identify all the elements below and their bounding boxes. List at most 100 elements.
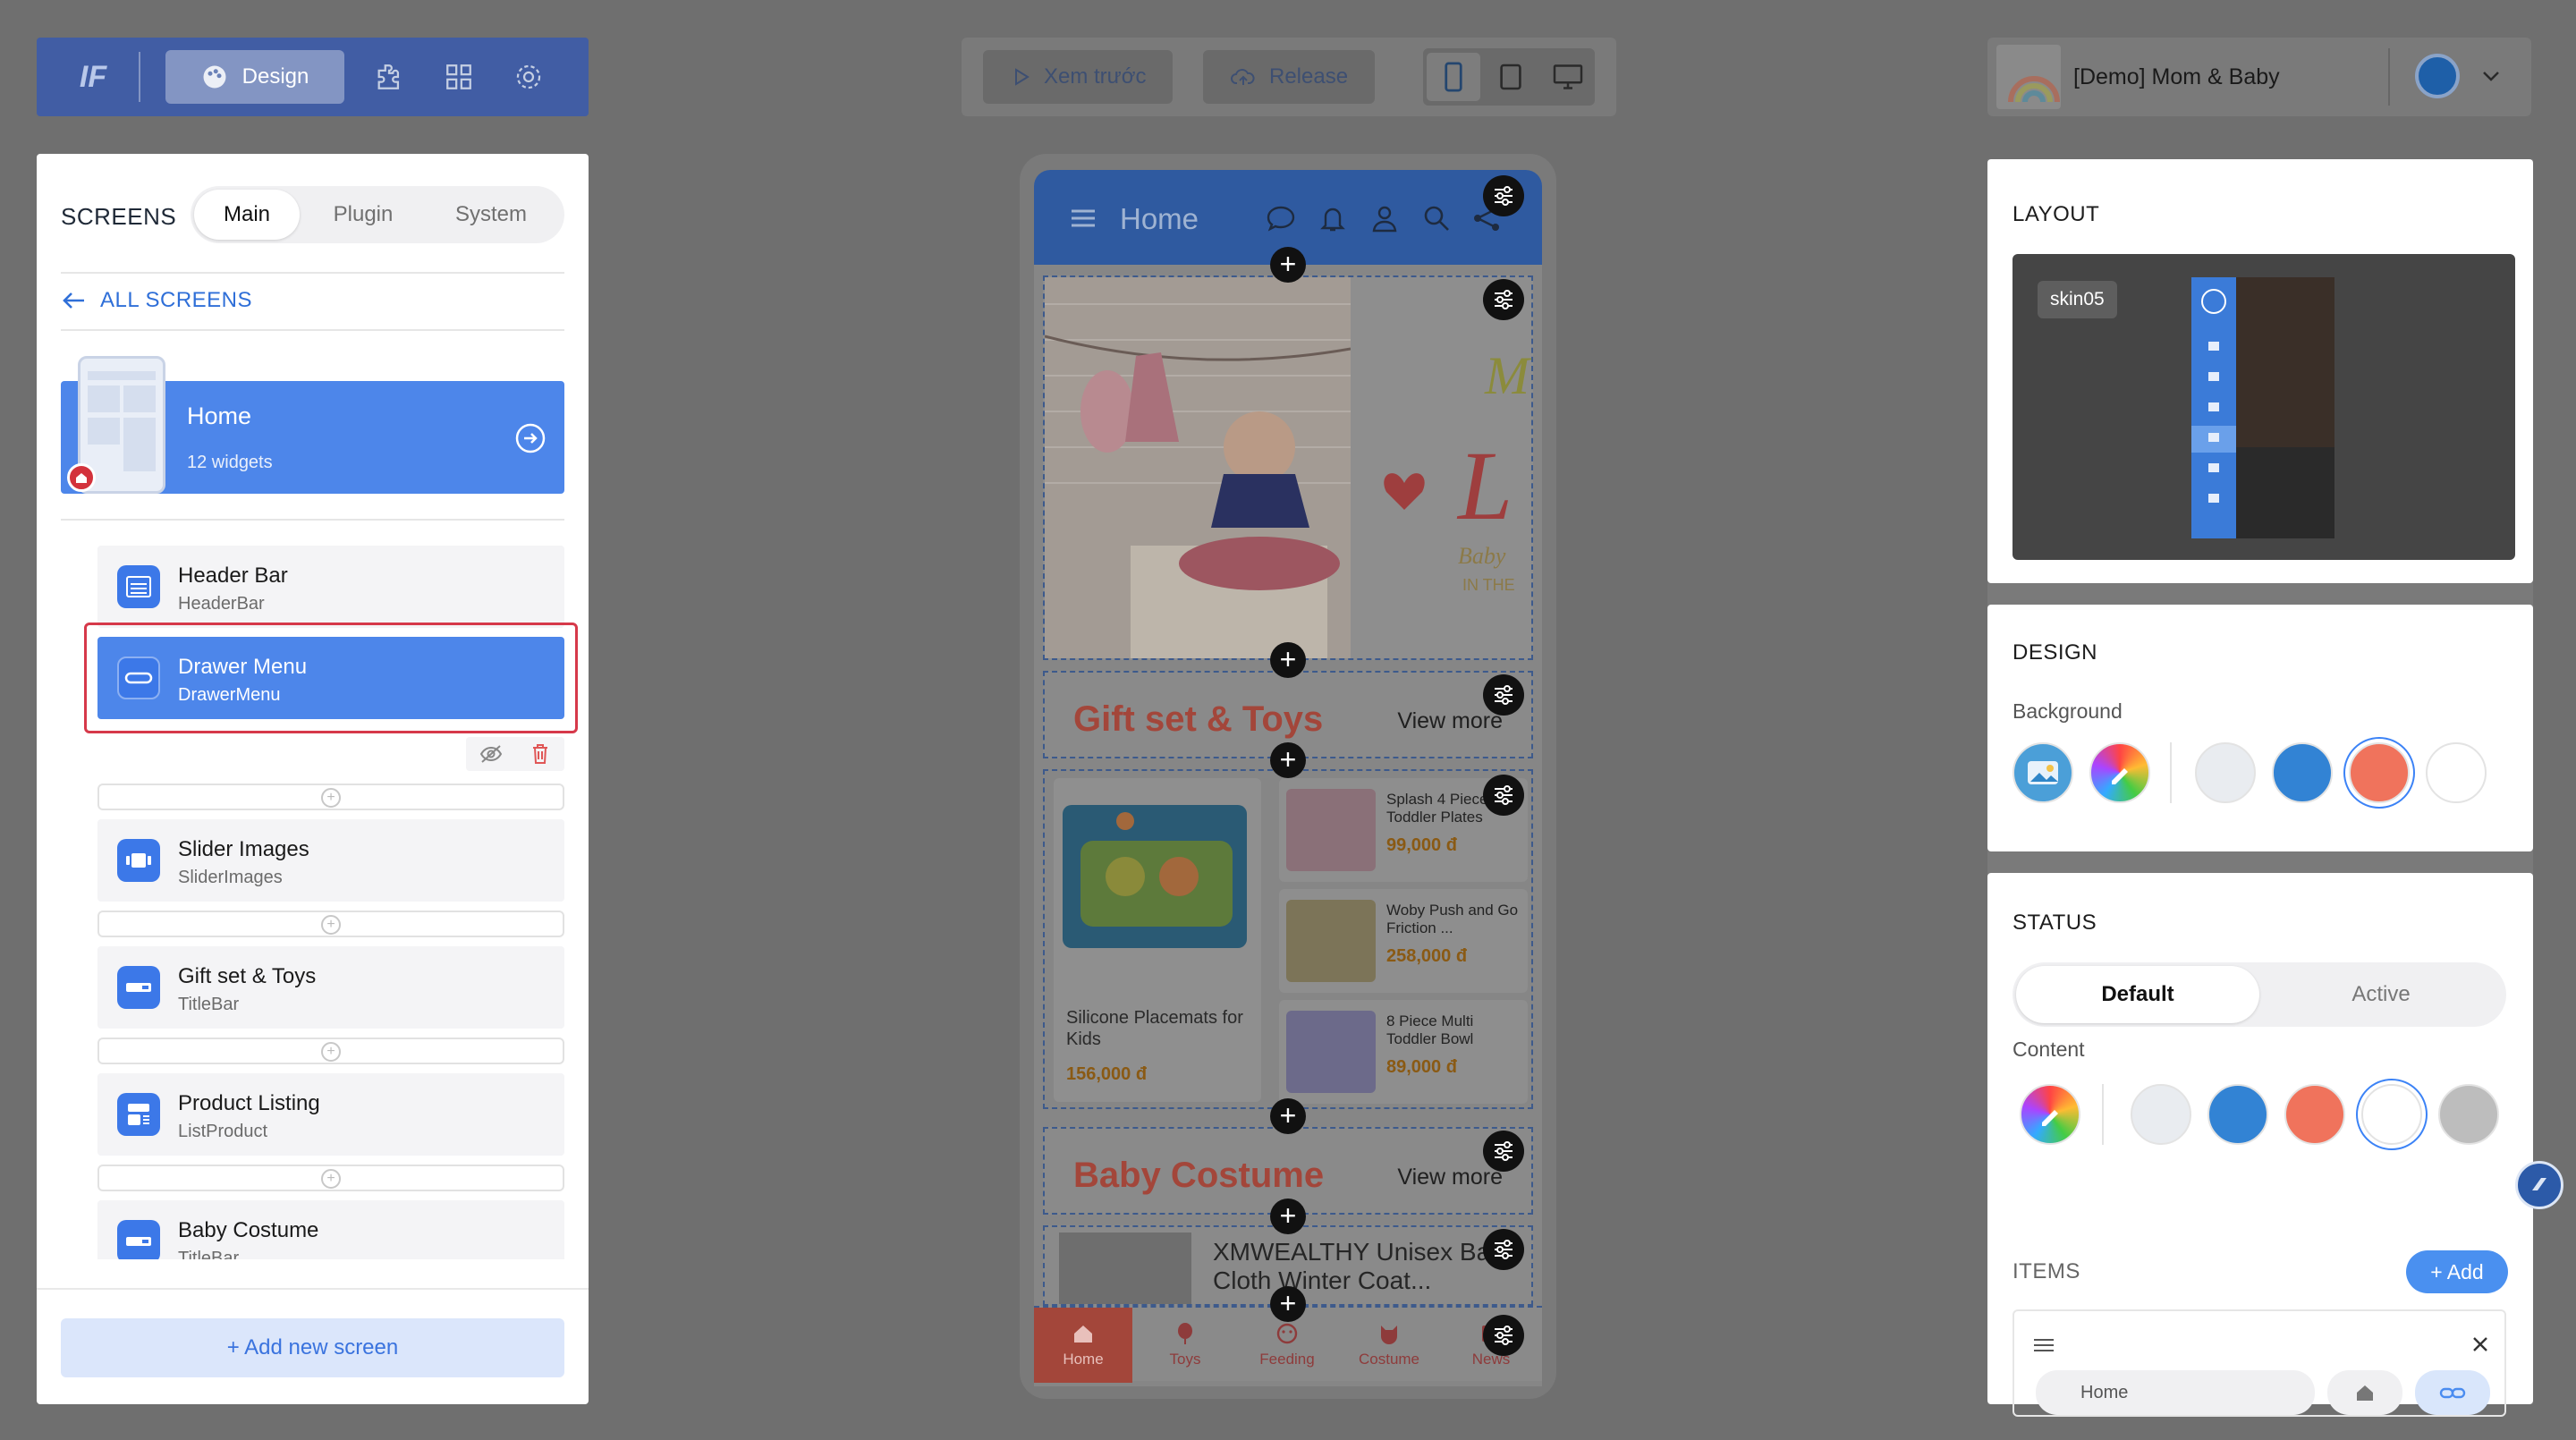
open-screen-icon[interactable] [514,422,547,454]
layout-skin-preview[interactable]: skin05 [2012,254,2515,560]
widget-settings-icon[interactable] [1483,775,1524,816]
widget-item[interactable]: Product Listing ListProduct [97,1073,564,1156]
bottom-nav-toys[interactable]: Toys [1136,1308,1234,1383]
background-swatch[interactable] [2272,742,2333,803]
insert-widget-plus-icon[interactable]: + [1270,642,1306,678]
product-image [1286,789,1376,871]
widget-settings-icon[interactable] [1483,175,1524,216]
widget-item[interactable]: Baby Costume TitleBar [97,1200,564,1259]
insert-widget-slot[interactable]: + [97,911,564,937]
widget-item[interactable]: Slider Images SliderImages [97,819,564,902]
palette-icon [203,65,226,89]
header-bar-icon [117,565,160,608]
item-icon-picker[interactable] [2327,1370,2402,1415]
divider [61,519,564,521]
background-swatch-selected[interactable] [2349,742,2410,803]
insert-widget-plus-icon[interactable]: + [1270,1199,1306,1234]
preview-button[interactable]: Xem trước [983,50,1174,104]
insert-widget-plus-icon[interactable]: + [1270,1286,1306,1322]
insert-widget-plus-icon[interactable]: + [1270,1098,1306,1134]
content-swatch[interactable] [2284,1084,2345,1145]
product-name: 8 Piece Multi Toddler Bowl [1386,1012,1474,1047]
trash-icon[interactable] [530,742,550,766]
view-more-link[interactable]: View more [1397,708,1503,734]
widget-settings-icon[interactable] [1483,674,1524,716]
widget-settings-icon[interactable] [1483,1229,1524,1270]
screens-grid-button[interactable] [434,52,484,102]
item-link-button[interactable] [2415,1370,2490,1415]
content-swatch-selected[interactable] [2361,1084,2422,1145]
tablet-icon [1500,64,1521,90]
content-swatch[interactable] [2131,1084,2191,1145]
design-section: DESIGN Background [1987,605,2533,851]
product-card[interactable]: Woby Push and Go Friction ... 258,000 đ [1279,889,1528,993]
bottom-nav-home[interactable]: Home [1034,1308,1132,1383]
add-item-button[interactable]: + Add [2406,1250,2508,1293]
product-price: 258,000 đ [1386,946,1468,966]
image-picker-icon[interactable] [2012,742,2073,803]
item-label-input[interactable]: Home [2036,1370,2315,1415]
tablet-view-button[interactable] [1484,53,1538,101]
drag-handle-icon[interactable] [2032,1336,2055,1354]
release-button[interactable]: Release [1203,50,1376,104]
eye-off-icon[interactable] [479,744,504,764]
svg-text:L: L [1456,431,1513,540]
insert-widget-plus-icon[interactable]: + [1270,742,1306,778]
divider [37,1288,589,1290]
close-icon[interactable] [2470,1334,2490,1354]
bottom-nav-costume[interactable]: Costume [1340,1308,1438,1383]
tab-plugin[interactable]: Plugin [310,190,416,240]
menu-item-row[interactable]: Home [2012,1309,2506,1417]
insert-widget-slot[interactable]: + [97,784,564,810]
all-screens-link[interactable]: ALL SCREENS [61,288,252,313]
chevron-down-icon[interactable] [2478,63,2504,89]
tab-main[interactable]: Main [194,190,300,240]
insert-widget-slot[interactable]: + [97,1165,564,1191]
tab-default[interactable]: Default [2016,966,2259,1023]
avatar[interactable] [2415,54,2460,98]
settings-button[interactable] [504,52,554,102]
items-section: ITEMS + Add Home [1987,1215,2533,1417]
product-card[interactable]: 8 Piece Multi Toddler Bowl 89,000 đ [1279,1000,1528,1104]
widget-item[interactable]: Header Bar HeaderBar [97,546,564,628]
tab-system[interactable]: System [428,190,554,240]
widget-type: TitleBar [178,995,240,1014]
search-icon[interactable] [1420,202,1453,234]
color-picker-icon[interactable] [2089,742,2150,803]
content-swatch[interactable] [2438,1084,2499,1145]
view-more-link[interactable]: View more [1397,1165,1503,1190]
product-listing-widget[interactable]: Silicone Placemats for Kids 156,000 đ Sp… [1043,769,1533,1109]
insert-widget-slot[interactable]: + [97,1038,564,1064]
selection-highlight [84,623,578,733]
hamburger-icon[interactable] [1070,208,1097,229]
bottom-nav-label: Feeding [1259,1351,1315,1368]
plugin-button[interactable] [364,52,414,102]
color-picker-icon[interactable] [2020,1084,2080,1145]
widget-item[interactable]: Gift set & Toys TitleBar [97,946,564,1029]
mobile-icon [1445,62,1462,92]
background-swatch[interactable] [2426,742,2487,803]
widget-settings-icon[interactable] [1483,279,1524,320]
mobile-view-button[interactable] [1427,53,1480,101]
bell-icon[interactable] [1317,202,1349,234]
background-swatch[interactable] [2195,742,2256,803]
widget-settings-icon[interactable] [1483,1131,1524,1172]
tab-active[interactable]: Active [2259,966,2503,1023]
arrow-left-icon [63,292,84,309]
chat-icon[interactable] [1265,202,1297,234]
content-swatch[interactable] [2207,1084,2268,1145]
slider-images-widget[interactable]: Mi L Baby IN THE [1043,275,1533,660]
support-chat-button[interactable] [2515,1161,2563,1209]
baby-face-icon [1276,1323,1298,1344]
desktop-view-button[interactable] [1541,53,1595,101]
user-icon[interactable] [1368,202,1401,234]
app-switcher[interactable]: [Demo] Mom & Baby [1987,38,2531,116]
add-new-screen-button[interactable]: + Add new screen [61,1318,564,1377]
widget-settings-icon[interactable] [1483,1315,1524,1356]
title-bar-icon [117,1220,160,1259]
layout-section: LAYOUT skin05 [1987,159,2533,583]
insert-widget-plus-icon[interactable]: + [1270,247,1306,283]
product-name: XMWEALTHY Unisex Baby Cloth Winter Coat.… [1213,1238,1517,1294]
product-card[interactable]: Silicone Placemats for Kids 156,000 đ [1054,778,1261,1102]
design-tab-button[interactable]: Design [165,50,344,104]
